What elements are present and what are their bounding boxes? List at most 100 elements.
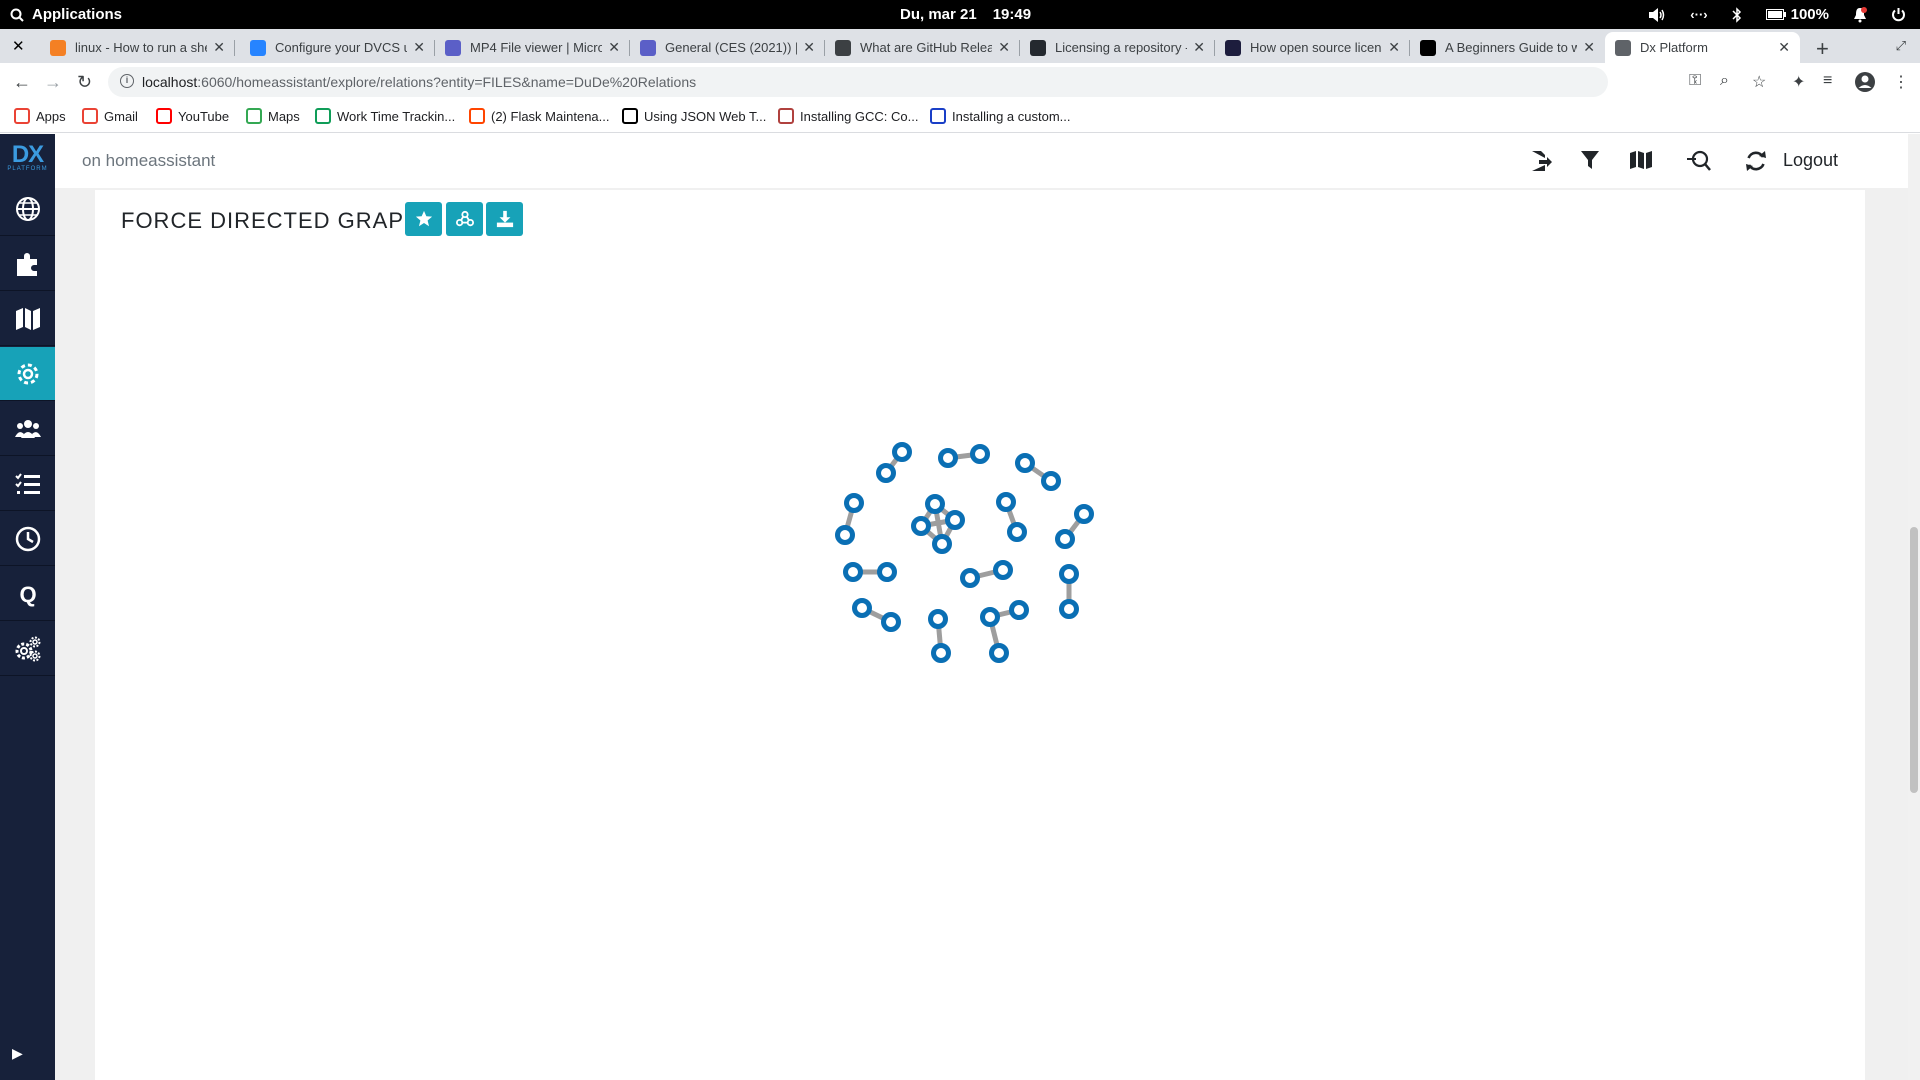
notification-bell-icon[interactable] bbox=[1853, 6, 1867, 23]
page-scrollbar[interactable] bbox=[1908, 134, 1920, 1080]
bookmark-star-icon[interactable]: ☆ bbox=[1752, 72, 1766, 92]
graph-node[interactable] bbox=[1074, 504, 1094, 524]
close-tab-icon[interactable]: ✕ bbox=[1583, 39, 1595, 56]
browser-tab[interactable]: Configure your DVCS us ✕ bbox=[240, 32, 435, 63]
close-tab-icon[interactable]: ✕ bbox=[1193, 39, 1205, 56]
site-info-icon[interactable]: i bbox=[120, 74, 134, 88]
browser-tab[interactable]: linux - How to run a shell ✕ bbox=[40, 32, 235, 63]
map-icon[interactable] bbox=[1630, 150, 1652, 170]
graph-node[interactable] bbox=[835, 525, 855, 545]
graph-node[interactable] bbox=[993, 560, 1013, 580]
graph-node[interactable] bbox=[881, 612, 901, 632]
url-input[interactable]: i localhost:6060/homeassistant/explore/r… bbox=[108, 67, 1608, 97]
filter-icon[interactable] bbox=[1581, 150, 1599, 170]
browser-tab[interactable]: General (CES (2021)) | ✕ bbox=[630, 32, 825, 63]
browser-tab[interactable]: MP4 File viewer | Micro ✕ bbox=[435, 32, 630, 63]
close-tab-icon[interactable]: ✕ bbox=[1388, 39, 1400, 56]
bookmark-item[interactable]: (2) Flask Maintena... bbox=[469, 108, 610, 124]
graph-node[interactable] bbox=[970, 444, 990, 464]
refresh-icon[interactable] bbox=[1745, 150, 1767, 172]
graph-node[interactable] bbox=[1059, 564, 1079, 584]
clock[interactable]: Du, mar 21 19:49 bbox=[900, 6, 1031, 23]
graph-node[interactable] bbox=[1009, 600, 1029, 620]
network-icon[interactable]: ‹··› bbox=[1690, 7, 1707, 22]
close-tab-icon[interactable]: ✕ bbox=[1778, 39, 1790, 56]
export-icon[interactable] bbox=[1530, 150, 1552, 172]
graph-node[interactable] bbox=[876, 463, 896, 483]
close-tab-icon[interactable]: ✕ bbox=[213, 39, 225, 56]
browser-tab[interactable]: Licensing a repository - ✕ bbox=[1020, 32, 1215, 63]
battery-icon[interactable] bbox=[1765, 9, 1786, 20]
graph-node[interactable] bbox=[932, 534, 952, 554]
key-icon[interactable]: ⚿ bbox=[1689, 72, 1701, 90]
bluetooth-icon[interactable] bbox=[1732, 6, 1742, 23]
graph-node[interactable] bbox=[938, 448, 958, 468]
new-tab-button[interactable]: + bbox=[1816, 36, 1829, 62]
graph-node[interactable] bbox=[960, 568, 980, 588]
sidebar-item-globe[interactable] bbox=[0, 182, 55, 236]
extensions-icon[interactable]: ✦ bbox=[1792, 72, 1805, 92]
graph-node[interactable] bbox=[945, 510, 965, 530]
zoom-icon[interactable]: ⌕ bbox=[1720, 72, 1729, 90]
graph-layout-button[interactable] bbox=[446, 202, 483, 236]
close-tab-icon[interactable]: ✕ bbox=[803, 39, 815, 56]
sidebar-item-tasks[interactable] bbox=[0, 457, 55, 511]
graph-node[interactable] bbox=[1059, 599, 1079, 619]
browser-menu-icon[interactable]: ⋮ bbox=[1893, 72, 1909, 92]
bookmark-item[interactable]: YouTube bbox=[156, 108, 229, 124]
download-button[interactable] bbox=[486, 202, 523, 236]
dx-logo[interactable]: DX PLATFORM bbox=[0, 134, 55, 182]
sidebar-item-plugins[interactable] bbox=[0, 237, 55, 291]
graph-node[interactable] bbox=[892, 442, 912, 462]
browser-tab[interactable]: A Beginners Guide to w ✕ bbox=[1410, 32, 1605, 63]
forward-button[interactable]: → bbox=[44, 72, 62, 93]
zoom-out-icon[interactable] bbox=[1687, 150, 1711, 172]
bookmark-item[interactable]: Installing a custom... bbox=[930, 108, 1071, 124]
graph-node[interactable] bbox=[989, 643, 1009, 663]
close-tab-icon[interactable]: ✕ bbox=[12, 37, 25, 55]
favorite-button[interactable] bbox=[405, 202, 442, 236]
bookmark-item[interactable]: Using JSON Web T... bbox=[622, 108, 766, 124]
bookmark-item[interactable]: Work Time Trackin... bbox=[315, 108, 455, 124]
close-tab-icon[interactable]: ✕ bbox=[413, 39, 425, 56]
graph-node[interactable] bbox=[852, 598, 872, 618]
expand-sidebar-icon[interactable]: ▶ bbox=[12, 1045, 23, 1062]
power-icon[interactable] bbox=[1891, 7, 1906, 22]
graph-node[interactable] bbox=[911, 516, 931, 536]
graph-node[interactable] bbox=[877, 562, 897, 582]
graph-node[interactable] bbox=[928, 609, 948, 629]
graph-node[interactable] bbox=[844, 493, 864, 513]
logout-button[interactable]: Logout bbox=[1783, 150, 1838, 171]
graph-node[interactable] bbox=[1041, 471, 1061, 491]
browser-tab[interactable]: How open source licens ✕ bbox=[1215, 32, 1410, 63]
bookmark-item[interactable]: Maps bbox=[246, 108, 300, 124]
close-tab-icon[interactable]: ✕ bbox=[608, 39, 620, 56]
graph-node[interactable] bbox=[931, 643, 951, 663]
bookmark-item[interactable]: Apps bbox=[14, 108, 66, 124]
browser-tab[interactable]: What are GitHub Relea ✕ bbox=[825, 32, 1020, 63]
graph-node[interactable] bbox=[843, 562, 863, 582]
graph-node[interactable] bbox=[925, 494, 945, 514]
scrollbar-thumb[interactable] bbox=[1910, 527, 1918, 793]
graph-node[interactable] bbox=[1007, 522, 1027, 542]
applications-menu[interactable]: Applications bbox=[10, 6, 122, 23]
back-button[interactable]: ← bbox=[13, 72, 31, 93]
reload-button[interactable]: ↻ bbox=[77, 72, 92, 93]
sidebar-item-map[interactable] bbox=[0, 292, 55, 346]
bookmark-item[interactable]: Gmail bbox=[82, 108, 138, 124]
graph-node[interactable] bbox=[1015, 453, 1035, 473]
tab-search-icon[interactable]: ⤢ bbox=[1896, 38, 1906, 54]
browser-tab[interactable]: Dx Platform ✕ bbox=[1605, 32, 1800, 63]
graph-node[interactable] bbox=[980, 607, 1000, 627]
sidebar-item-settings[interactable] bbox=[0, 347, 55, 401]
profile-avatar-icon[interactable] bbox=[1854, 71, 1876, 93]
bookmark-item[interactable]: Installing GCC: Co... bbox=[778, 108, 919, 124]
sidebar-item-config[interactable] bbox=[0, 622, 55, 676]
sidebar-item-users[interactable] bbox=[0, 402, 55, 456]
graph-node[interactable] bbox=[1055, 529, 1075, 549]
sidebar-item-history[interactable] bbox=[0, 512, 55, 566]
force-directed-graph[interactable] bbox=[95, 190, 1865, 1080]
volume-icon[interactable] bbox=[1648, 7, 1666, 23]
graph-node[interactable] bbox=[996, 492, 1016, 512]
media-icon[interactable]: ≡ bbox=[1823, 72, 1832, 90]
